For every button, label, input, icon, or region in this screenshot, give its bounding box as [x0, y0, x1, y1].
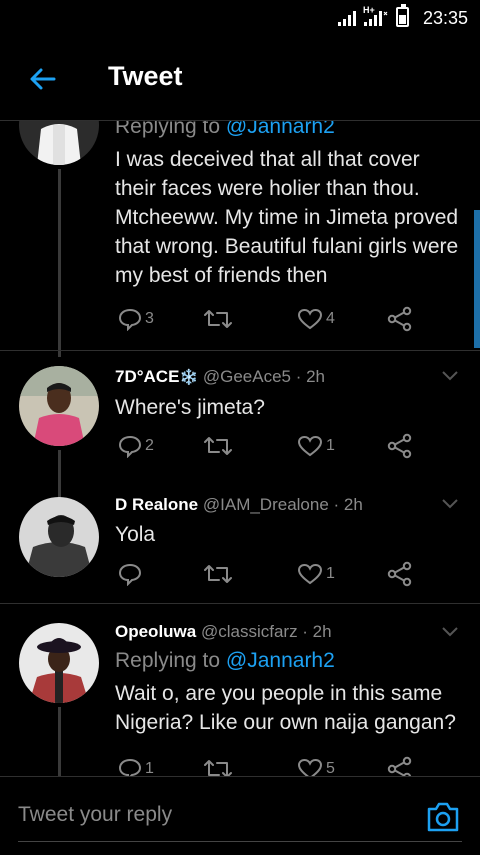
like-count: 1 [326, 565, 335, 582]
avatar-photo [19, 121, 99, 165]
chevron-down-icon[interactable] [442, 499, 458, 509]
author-handle[interactable]: @GeeAce5 · 2h [203, 367, 325, 386]
mention-link[interactable]: @Jannarh2 [226, 649, 335, 672]
top-app-bar: Tweet [0, 36, 480, 120]
tweet[interactable]: 7D°ACE❄️ @GeeAce5 · 2h Where's jimeta? [115, 366, 466, 422]
like-count: 5 [326, 760, 335, 776]
author-handle[interactable]: @IAM_Drealone · 2h [203, 495, 363, 514]
reply-button[interactable]: 3 [118, 305, 154, 333]
tweet-actions: 1 5 [115, 755, 415, 776]
reply-count: 2 [145, 437, 154, 454]
replying-to-line: Replying to @Jannarh2 [115, 121, 466, 141]
replying-label: Replying to [115, 121, 226, 138]
chevron-down-icon[interactable] [442, 627, 458, 637]
thread-connector [58, 707, 61, 776]
reply-button[interactable]: 2 [118, 432, 154, 460]
reply-composer: Tweet your reply [0, 776, 480, 855]
scrollbar[interactable] [474, 210, 480, 348]
reply-input[interactable]: Tweet your reply [18, 803, 172, 827]
tweet-actions: 1 [115, 560, 415, 588]
author-name[interactable]: D Realone [115, 495, 198, 514]
tweet-text: Yola [115, 523, 156, 546]
header-divider [0, 120, 480, 121]
reply-thread[interactable]: Replying to @Jannarh2 I was deceived tha… [0, 121, 480, 776]
share-button[interactable] [387, 560, 413, 588]
tweet[interactable]: Replying to @Jannarh2 I was deceived tha… [115, 121, 466, 290]
share-button[interactable] [387, 432, 413, 460]
retweet-button[interactable] [204, 432, 235, 460]
mention-link[interactable]: @Jannarh2 [226, 121, 335, 138]
tweet-actions: 3 4 [115, 305, 415, 333]
thread-connector [58, 169, 61, 357]
tweet-divider [0, 350, 480, 351]
signal-icon-2 [364, 11, 388, 26]
retweet-icon [204, 760, 232, 776]
tweet[interactable]: D Realone @IAM_Drealone · 2h Yola [115, 494, 466, 549]
retweet-button[interactable] [204, 755, 235, 776]
author-name[interactable]: 7D°ACE [115, 367, 179, 386]
camera-icon[interactable] [426, 801, 460, 833]
share-button[interactable] [387, 755, 413, 776]
retweet-button[interactable] [204, 560, 235, 588]
tweet-header: 7D°ACE❄️ @GeeAce5 · 2h [115, 366, 466, 389]
chevron-down-icon[interactable] [442, 371, 458, 381]
author-name[interactable]: Opeoluwa [115, 622, 196, 641]
reply-count: 1 [145, 760, 154, 776]
reply-icon [118, 758, 142, 776]
like-button[interactable]: 1 [297, 432, 335, 460]
retweet-icon [204, 437, 232, 455]
reply-input-underline [18, 841, 462, 842]
battery-icon [396, 4, 409, 27]
clock: 23:35 [422, 8, 468, 28]
retweet-button[interactable] [204, 305, 235, 333]
like-button[interactable]: 4 [297, 305, 335, 333]
avatar[interactable] [19, 366, 99, 446]
avatar-photo [19, 623, 99, 703]
like-count: 1 [326, 437, 335, 454]
retweet-icon [204, 565, 232, 583]
heart-icon [297, 758, 323, 776]
status-bar: H+ 23:35 [0, 0, 480, 36]
thread-connector [58, 450, 61, 498]
like-button[interactable]: 1 [297, 560, 335, 588]
heart-icon [297, 308, 323, 330]
signal-icon [338, 11, 356, 26]
author-handle[interactable]: @classicfarz · 2h [201, 622, 332, 641]
heart-icon [297, 563, 323, 585]
tweet-text: Wait o, are you people in this same Nige… [115, 682, 456, 734]
reply-count: 3 [145, 310, 154, 327]
tweet[interactable]: Opeoluwa @classicfarz · 2h Replying to @… [115, 621, 466, 737]
like-count: 4 [326, 310, 335, 327]
replying-label: Replying to [115, 649, 226, 672]
reply-icon [118, 435, 142, 458]
tweet-header: D Realone @IAM_Drealone · 2h [115, 494, 466, 516]
avatar[interactable] [19, 497, 99, 577]
share-icon [387, 433, 412, 459]
reply-icon [118, 308, 142, 331]
share-icon [387, 561, 412, 587]
retweet-icon [204, 310, 232, 328]
tweet-header: Opeoluwa @classicfarz · 2h [115, 621, 466, 643]
avatar-photo [19, 366, 99, 446]
reply-button[interactable] [118, 560, 145, 588]
reply-button[interactable]: 1 [118, 755, 154, 776]
back-arrow-icon[interactable] [28, 64, 58, 94]
tweet-divider [0, 603, 480, 604]
share-button[interactable] [387, 305, 413, 333]
page-title: Tweet [108, 61, 183, 91]
tweet-actions: 2 1 [115, 432, 415, 460]
tweet-text: Where's jimeta? [115, 396, 265, 419]
heart-icon [297, 435, 323, 457]
avatar[interactable] [19, 623, 99, 703]
tweet-text: I was deceived that all that cover their… [115, 148, 459, 287]
avatar-photo [19, 497, 99, 577]
avatar[interactable] [19, 121, 99, 165]
snowflake-emoji: ❄️ [179, 369, 199, 386]
share-icon [387, 306, 412, 332]
like-button[interactable]: 5 [297, 755, 335, 776]
share-icon [387, 756, 412, 776]
reply-icon [118, 563, 142, 586]
replying-to-line: Replying to @Jannarh2 [115, 647, 466, 675]
